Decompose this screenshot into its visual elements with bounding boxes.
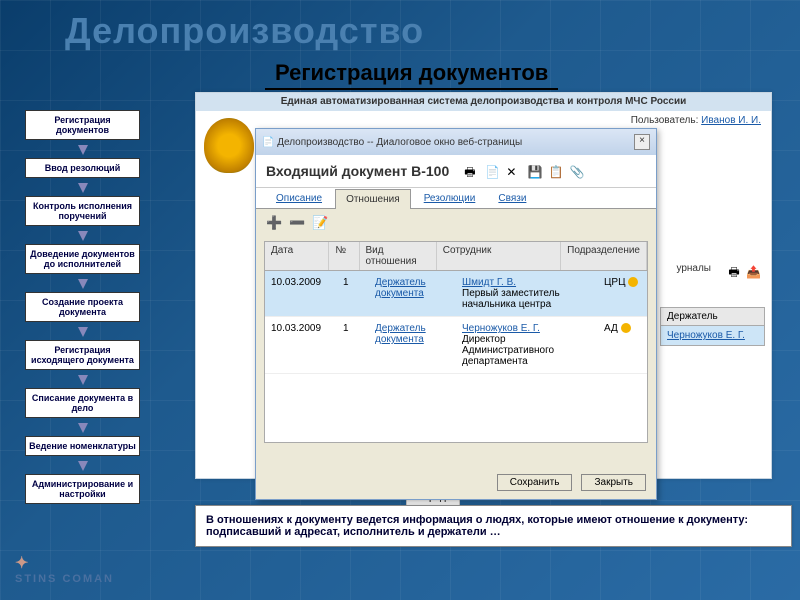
holder-row[interactable]: Черножуков Е. Г. — [660, 326, 765, 346]
tab-description[interactable]: Описание — [266, 189, 332, 208]
add-icon[interactable]: ➕ — [266, 215, 282, 231]
nav-control[interactable]: Контроль исполнения поручений — [25, 196, 140, 226]
col-date[interactable]: Дата — [265, 242, 329, 270]
doc-bar: Входящий документ В-100 🖶 📄 ✕ 💾 📋 📎 — [256, 155, 656, 188]
nav-sidebar: Регистрация документов Ввод резолюций Ко… — [25, 110, 140, 522]
slide-subtitle: Регистрация документов — [265, 60, 558, 90]
slide-title: Делопроизводство — [65, 10, 424, 52]
table-row[interactable]: 10.03.2009 1 Держатель документа Шмидт Г… — [265, 271, 647, 317]
export-icon[interactable]: 📤 — [746, 265, 761, 279]
print-icon[interactable]: 🖶 — [728, 265, 739, 279]
nav-outgoing[interactable]: Регистрация исходящего документа — [25, 340, 140, 370]
close-button[interactable]: Закрыть — [581, 474, 646, 491]
nav-archive[interactable]: Списание документа в дело — [25, 388, 140, 418]
nav-resolutions[interactable]: Ввод резолюций — [25, 158, 140, 178]
footer-logo: ✦STINS COMAN — [15, 553, 114, 585]
doc-title: Входящий документ В-100 — [266, 163, 449, 179]
delete-icon[interactable]: ✕ — [506, 165, 520, 179]
tab-relations[interactable]: Отношения — [335, 189, 411, 209]
col-relation[interactable]: Вид отношения — [360, 242, 437, 270]
nav-admin[interactable]: Администрирование и настройки — [25, 474, 140, 504]
relations-grid: Дата № Вид отношения Сотрудник Подраздел… — [264, 241, 648, 443]
nav-nomenclature[interactable]: Ведение номенклатуры — [25, 436, 140, 456]
user-label: Пользователь: — [631, 115, 699, 126]
nav-create-project[interactable]: Создание проекта документа — [25, 292, 140, 322]
print-icon[interactable]: 🖶 — [464, 163, 478, 177]
doc-toolbar: 🖶 📄 ✕ 💾 📋 📎 — [462, 163, 585, 179]
app-header: Единая автоматизированная система делопр… — [196, 93, 771, 111]
attach-icon[interactable]: 📎 — [570, 165, 584, 179]
remove-icon[interactable]: ➖ — [289, 215, 305, 231]
emblem-icon — [204, 118, 254, 173]
dialog-title-text: 📄 Делопроизводство -- Диалоговое окно ве… — [262, 137, 522, 148]
badge-icon — [628, 277, 638, 287]
badge-icon — [621, 323, 631, 333]
copy-icon[interactable]: 📋 — [549, 165, 563, 179]
user-info: Пользователь: Иванов И. И. — [631, 115, 761, 126]
user-link[interactable]: Иванов И. И. — [701, 115, 761, 126]
col-num[interactable]: № — [329, 242, 359, 270]
save-button[interactable]: Сохранить — [497, 474, 573, 491]
table-row[interactable]: 10.03.2009 1 Держатель документа Черножу… — [265, 317, 647, 374]
save-icon[interactable]: 💾 — [527, 165, 541, 179]
slide-caption: В отношениях к документу ведется информа… — [195, 505, 792, 547]
nav-distribute[interactable]: Доведение документов до исполнителей — [25, 244, 140, 274]
col-employee[interactable]: Сотрудник — [437, 242, 561, 270]
edit-icon[interactable]: 📝 — [312, 215, 328, 231]
dialog-tabs: Описание Отношения Резолюции Связи — [256, 188, 656, 209]
new-icon[interactable]: 📄 — [485, 165, 499, 179]
dialog-titlebar: 📄 Делопроизводство -- Диалоговое окно ве… — [256, 129, 656, 155]
col-dept[interactable]: Подразделение — [561, 242, 647, 270]
holder-panel: Держатель Черножуков Е. Г. — [660, 307, 765, 346]
close-icon[interactable]: × — [634, 134, 650, 150]
grid-header: Дата № Вид отношения Сотрудник Подраздел… — [265, 242, 647, 271]
dialog-window: 📄 Делопроизводство -- Диалоговое окно ве… — [255, 128, 657, 500]
tab-resolutions[interactable]: Резолюции — [414, 189, 486, 208]
nav-register[interactable]: Регистрация документов — [25, 110, 140, 140]
holder-head: Держатель — [660, 307, 765, 326]
tab-links[interactable]: Связи — [488, 189, 536, 208]
journal-icons: 🖶 📤 — [725, 263, 761, 284]
grid-toolbar: ➕ ➖ 📝 — [256, 209, 656, 237]
dialog-buttons: Сохранить Закрыть — [491, 474, 646, 491]
journals-label: урналы — [676, 263, 711, 274]
